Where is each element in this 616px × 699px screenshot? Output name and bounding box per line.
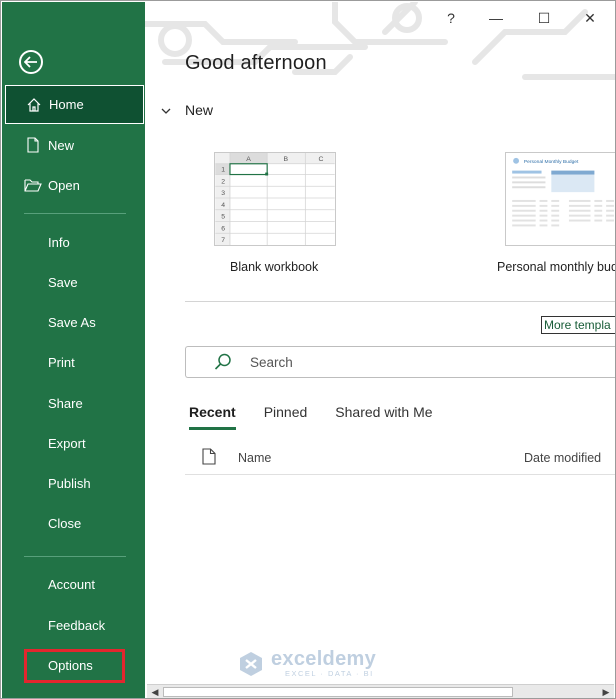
close-button[interactable]: ✕ [579,6,601,30]
sidebar-item-share[interactable]: Share [2,383,145,423]
column-header-label: C [319,156,324,163]
row-header-label: 6 [221,225,225,232]
excel-backstage-window: Home New Open Info Save Save As Print Sh… [0,0,616,699]
sidebar-item-label: Info [48,234,70,250]
sidebar-item-label: Account [48,576,95,592]
sidebar-divider [24,556,126,557]
sidebar-item-account[interactable]: Account [2,564,145,604]
sidebar-item-label: Publish [48,475,91,491]
back-arrow-icon[interactable] [19,50,43,74]
template-label: Blank workbook [230,260,319,274]
sidebar-item-label: Open [48,177,80,193]
sidebar-item-label: New [48,137,75,153]
minimize-button[interactable]: — [485,6,507,30]
help-button[interactable]: ? [441,6,461,30]
sidebar-item-label: Export [48,435,86,451]
home-icon [23,97,45,113]
sidebar-item-home[interactable]: Home [5,85,144,124]
sidebar-item-label: Save As [48,314,96,330]
sidebar-item-save[interactable]: Save [2,262,145,302]
sidebar-item-new[interactable]: New [2,125,145,165]
new-file-icon [22,137,44,153]
template-blank-workbook[interactable]: A B C 1 2 3 4 5 6 7 Blank workbook [214,152,336,274]
name-column-header[interactable]: Name [238,451,271,465]
sidebar-item-print[interactable]: Print [2,342,145,382]
tab-pinned[interactable]: Pinned [264,404,308,430]
exceldemy-watermark: exceldemy EXCEL · DATA · BI [237,649,376,678]
sidebar-item-feedback[interactable]: Feedback [2,605,145,645]
tab-shared-with-me[interactable]: Shared with Me [335,404,432,430]
row-header-label: 4 [221,202,225,209]
budget-thumbnail: Personal Monthly Budget [505,152,615,246]
blank-workbook-thumbnail: A B C 1 2 3 4 5 6 7 [214,152,336,246]
search-box[interactable]: Search [185,346,615,378]
scroll-left-icon[interactable]: ◀ [149,686,161,698]
sidebar-item-label: Print [48,354,75,370]
file-type-icon [202,448,216,468]
sidebar-item-label: Home [49,97,84,112]
row-header-label: 7 [221,237,225,244]
greeting-title: Good afternoon [185,52,327,74]
row-header-label: 2 [221,178,225,185]
watermark-tagline: EXCEL · DATA · BI [285,669,374,678]
new-section-header[interactable]: New [161,102,213,118]
exceldemy-logo [240,651,262,676]
watermark-brand: exceldemy [271,648,376,670]
sidebar-divider [24,213,126,214]
column-header-label: A [246,156,251,163]
sidebar-item-label: Save [48,274,78,290]
sidebar-item-publish[interactable]: Publish [2,463,145,503]
sidebar-item-close[interactable]: Close [2,503,145,543]
scroll-right-icon[interactable]: ▶ [600,686,612,698]
sidebar-item-info[interactable]: Info [2,222,145,262]
template-personal-monthly-budget[interactable]: Personal Monthly Budget Personal monthly… [497,152,615,274]
backstage-sidebar: Home New Open Info Save Save As Print Sh… [2,2,145,698]
sidebar-item-export[interactable]: Export [2,423,145,463]
scrollbar-thumb[interactable] [163,687,513,697]
horizontal-scrollbar[interactable]: ◀ ▶ [147,684,614,698]
new-section-label: New [185,102,214,118]
sidebar-item-open[interactable]: Open [2,165,145,205]
sidebar-item-label: Close [48,515,82,531]
budget-doc-title: Personal Monthly Budget [524,159,579,165]
sidebar-item-label: Feedback [48,617,106,633]
sidebar-item-label: Share [48,395,83,411]
row-header-label: 1 [221,167,225,174]
tab-recent[interactable]: Recent [189,404,236,430]
maximize-button[interactable]: ☐ [533,6,555,30]
date-modified-column-header[interactable]: Date modified [524,451,601,465]
row-header-label: 3 [221,190,225,197]
sidebar-item-save-as[interactable]: Save As [2,302,145,342]
chevron-down-icon [161,102,171,118]
open-folder-icon [22,178,44,192]
search-icon [214,353,232,371]
search-input[interactable]: Search [250,355,293,370]
file-tabs: Recent Pinned Shared with Me [189,404,461,430]
section-divider [185,301,615,302]
template-label: Personal monthly bud [497,260,616,274]
file-list-header: Name Date modified [185,445,615,475]
more-templates-link[interactable]: More templa [541,316,615,334]
row-header-label: 5 [221,214,225,221]
options-highlight-box [24,649,125,683]
backstage-main: ? — ☐ ✕ Good afternoon New A B C 1 2 3 4… [145,2,615,698]
column-header-label: B [283,156,288,163]
